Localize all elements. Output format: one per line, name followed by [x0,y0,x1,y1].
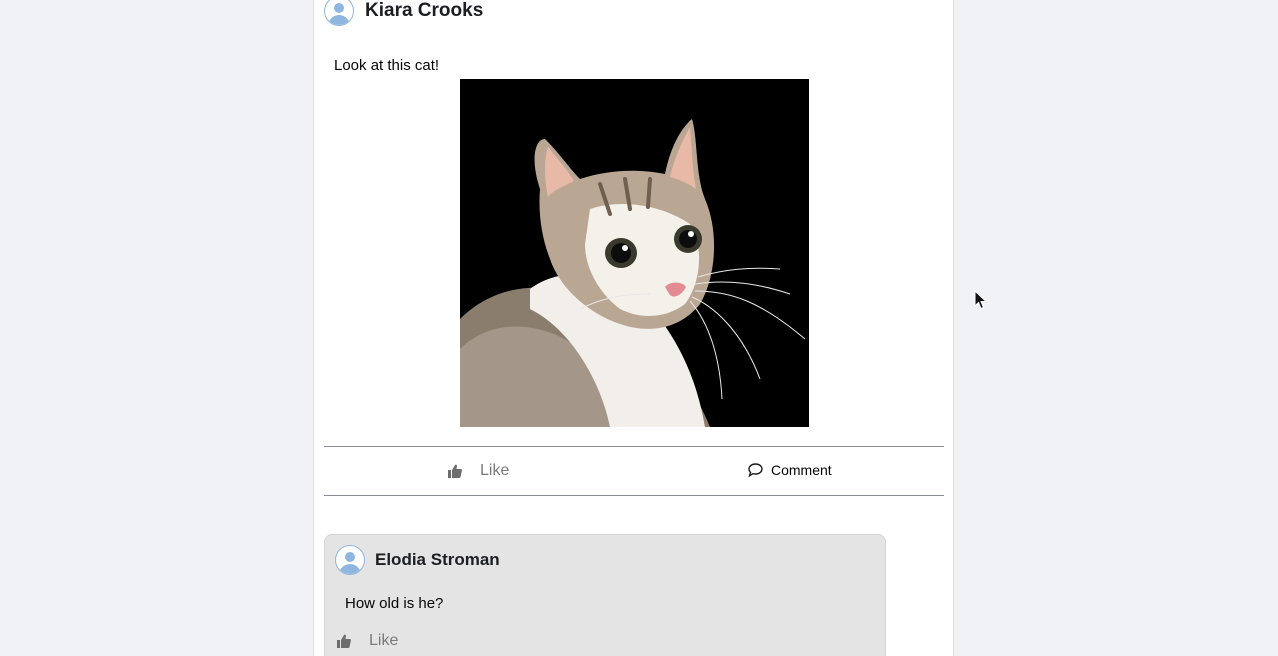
post-text: Look at this cat! [334,57,440,74]
feed-column: Kiara Crooks Look at this cat! Like Comm… [313,0,954,656]
comment-text: How old is he? [345,595,444,612]
post-action-bar: Like Comment [324,446,944,496]
thumbs-up-icon [337,634,351,648]
comment-like-label: Like [369,632,399,649]
speech-bubble-icon [748,463,763,477]
comment-card: Elodia Stroman How old is he? Like [324,534,886,656]
like-button[interactable]: Like [448,462,509,480]
comment-author-name[interactable]: Elodia Stroman [375,550,500,570]
commenter-avatar[interactable] [335,545,365,575]
comment-label: Comment [771,462,832,478]
post-author-name[interactable]: Kiara Crooks [365,0,483,22]
comment-header: Elodia Stroman [335,545,500,575]
comment-like-button[interactable]: Like [337,632,398,650]
author-avatar[interactable] [324,0,354,26]
like-label: Like [480,462,510,479]
cat-photo-icon [460,79,809,427]
post-header: Kiara Crooks [324,0,483,28]
mouse-cursor-icon [974,289,988,310]
post-image[interactable] [460,79,809,427]
thumbs-up-icon [448,464,462,478]
comment-button[interactable]: Comment [748,462,832,478]
